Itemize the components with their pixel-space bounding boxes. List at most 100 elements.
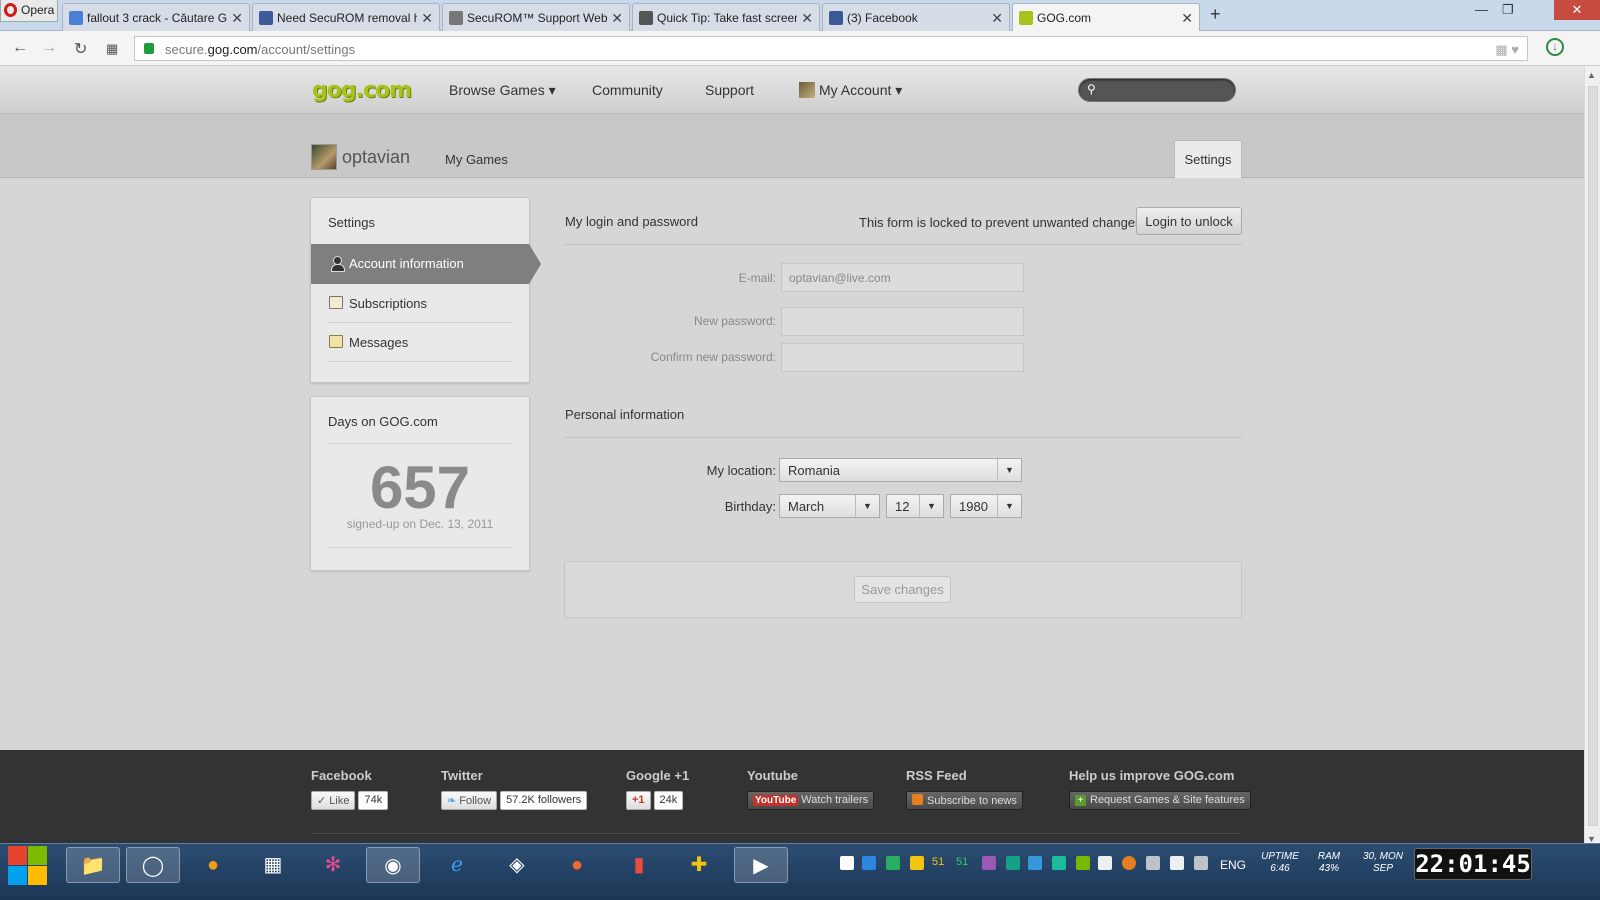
scroll-up-arrow-icon[interactable]: ▲ [1587, 70, 1596, 80]
file-explorer-icon[interactable]: 📁 [66, 847, 120, 883]
birthday-month-select[interactable]: March ▼ [779, 494, 880, 518]
youtube-watch-trailers-button[interactable]: YouTube Watch trailers [747, 791, 875, 810]
control-panel-icon[interactable]: ▦ [246, 847, 300, 883]
address-bar[interactable]: secure.gog.com/account/settings ▦ ♥ [134, 36, 1528, 61]
gamepad-icon[interactable]: ✚ [672, 847, 726, 883]
page-scrollbar[interactable]: ▲ ▼ [1584, 66, 1600, 847]
sidebar-item-subscriptions[interactable]: Subscriptions [328, 284, 512, 323]
tab-google-search[interactable]: fallout 3 crack - Căutare G ✕ [62, 3, 250, 31]
tab-close-icon[interactable]: ✕ [611, 10, 623, 27]
bookmark-heart-icon[interactable]: ▦ ♥ [1495, 42, 1519, 58]
confirm-password-field[interactable] [781, 343, 1024, 372]
tray-network-icon[interactable] [982, 856, 996, 870]
forum-favicon-icon [259, 11, 273, 25]
birthday-year-select[interactable]: 1980 ▼ [950, 494, 1022, 518]
minimize-button[interactable]: — [1475, 2, 1488, 17]
vlc-icon[interactable]: ● [186, 847, 240, 883]
back-arrow-icon[interactable]: ← [12, 39, 28, 57]
tab-facebook[interactable]: (3) Facebook ✕ [822, 3, 1010, 31]
days-on-gog-panel: Days on GOG.com 657 signed-up on Dec. 13… [310, 396, 530, 571]
tab-quick-tip[interactable]: Quick Tip: Take fast screen ✕ [632, 3, 820, 31]
twitter-bird-icon: ❧ [447, 795, 460, 807]
forward-arrow-icon[interactable]: → [41, 39, 57, 57]
login-to-unlock-button[interactable]: Login to unlock [1136, 207, 1242, 235]
opera-menu-button[interactable]: Opera [0, 0, 58, 22]
tray-b-icon[interactable] [840, 856, 854, 870]
scrollbar-thumb[interactable] [1588, 86, 1598, 826]
tab-close-icon[interactable]: ✕ [1181, 10, 1193, 27]
sidebar-item-messages[interactable]: Messages [328, 323, 512, 362]
internet-explorer-icon[interactable]: ℯ [430, 847, 484, 883]
divider [564, 244, 1242, 245]
tray-gpu-icon[interactable] [1006, 856, 1020, 870]
window-close-button[interactable]: ✕ [1554, 0, 1600, 20]
new-password-field[interactable] [781, 307, 1024, 336]
google-plus-one-button[interactable]: +1 [626, 791, 651, 810]
atom-app-icon[interactable]: ✻ [306, 847, 360, 883]
opera-taskbar-icon[interactable]: ◯ [126, 847, 180, 883]
facebook-favicon-icon [829, 11, 843, 25]
save-changes-button[interactable]: Save changes [854, 576, 951, 603]
windows-logo-icon [8, 866, 27, 885]
gog-logo[interactable]: gog.com [312, 78, 412, 103]
tray-4-icon[interactable] [1028, 856, 1042, 870]
messages-icon [329, 335, 343, 348]
volume-icon[interactable] [1170, 856, 1184, 870]
windows-media-icon[interactable]: ◈ [490, 847, 544, 883]
location-select[interactable]: Romania ▼ [779, 458, 1022, 482]
maximize-button[interactable]: ❐ [1502, 2, 1514, 18]
tray-shield-icon[interactable] [886, 856, 900, 870]
start-button[interactable] [6, 844, 48, 886]
action-center-flag-icon[interactable] [1098, 856, 1112, 870]
tray-steam-icon[interactable] [1146, 856, 1160, 870]
search-icon: ⚲ [1087, 82, 1096, 96]
google-favicon-icon [69, 11, 83, 25]
chevron-down-icon: ▼ [997, 459, 1021, 481]
new-tab-button[interactable]: + [1210, 4, 1221, 25]
nav-browse-games[interactable]: Browse Games ▾ [449, 82, 556, 99]
media-player-icon[interactable]: ▶ [734, 847, 788, 883]
tab-gog[interactable]: GOG.com ✕ [1012, 3, 1200, 32]
reload-icon[interactable]: ↻ [74, 39, 87, 59]
tab-securom-support[interactable]: SecuROM™ Support Webs ✕ [442, 3, 630, 31]
nav-support[interactable]: Support [705, 82, 754, 98]
temperature-tool-icon[interactable]: ▮ [612, 847, 666, 883]
steam-icon[interactable]: ◉ [366, 847, 420, 883]
tray-bars-icon[interactable] [862, 856, 876, 870]
language-indicator[interactable]: ENG [1220, 858, 1246, 872]
facebook-like-button[interactable]: ✓ Like [311, 791, 356, 810]
speed-dial-icon[interactable]: ▦ [106, 41, 118, 57]
tray-origin-icon[interactable] [1122, 856, 1136, 870]
origin-icon[interactable]: ● [550, 847, 604, 883]
tray-dropbox-icon[interactable] [1052, 856, 1066, 870]
download-extension-icon[interactable]: ↓ [1546, 38, 1564, 56]
days-panel-title: Days on GOG.com [328, 414, 438, 429]
page-favicon-icon [449, 11, 463, 25]
tray-nvidia-icon[interactable] [1076, 856, 1090, 870]
email-field[interactable]: optavian@live.com [781, 263, 1024, 292]
sidebar-item-account-information[interactable]: Account information [311, 244, 541, 284]
nav-my-account[interactable]: My Account ▾ [799, 82, 902, 99]
search-input[interactable]: ⚲ [1078, 78, 1236, 102]
birthday-label: Birthday: [724, 499, 776, 514]
tab-securom-removal[interactable]: Need SecuROM removal h ✕ [252, 3, 440, 31]
twitter-follow-button[interactable]: ❧ Follow [441, 791, 498, 810]
tray-app-icon[interactable] [910, 856, 924, 870]
youtube-logo-icon: YouTube [753, 795, 799, 806]
rss-subscribe-button[interactable]: Subscribe to news [906, 791, 1023, 810]
my-games-link[interactable]: My Games [445, 152, 508, 167]
login-section-title: My login and password [565, 214, 698, 229]
nav-community[interactable]: Community [592, 82, 663, 98]
tab-close-icon[interactable]: ✕ [991, 10, 1003, 27]
birthday-day-select[interactable]: 12 ▼ [886, 494, 944, 518]
request-games-button[interactable]: + Request Games & Site features [1069, 791, 1251, 810]
network-monitor-icon[interactable] [1194, 856, 1208, 870]
tab-close-icon[interactable]: ✕ [421, 10, 433, 27]
tab-close-icon[interactable]: ✕ [231, 10, 243, 27]
tab-settings[interactable]: Settings [1174, 140, 1242, 178]
tab-close-icon[interactable]: ✕ [801, 10, 813, 27]
divider [564, 437, 1242, 438]
taskbar-clock[interactable]: 22:01:45 [1414, 848, 1532, 880]
facebook-like-count: 74k [358, 791, 389, 810]
windows-logo-icon [28, 846, 47, 865]
